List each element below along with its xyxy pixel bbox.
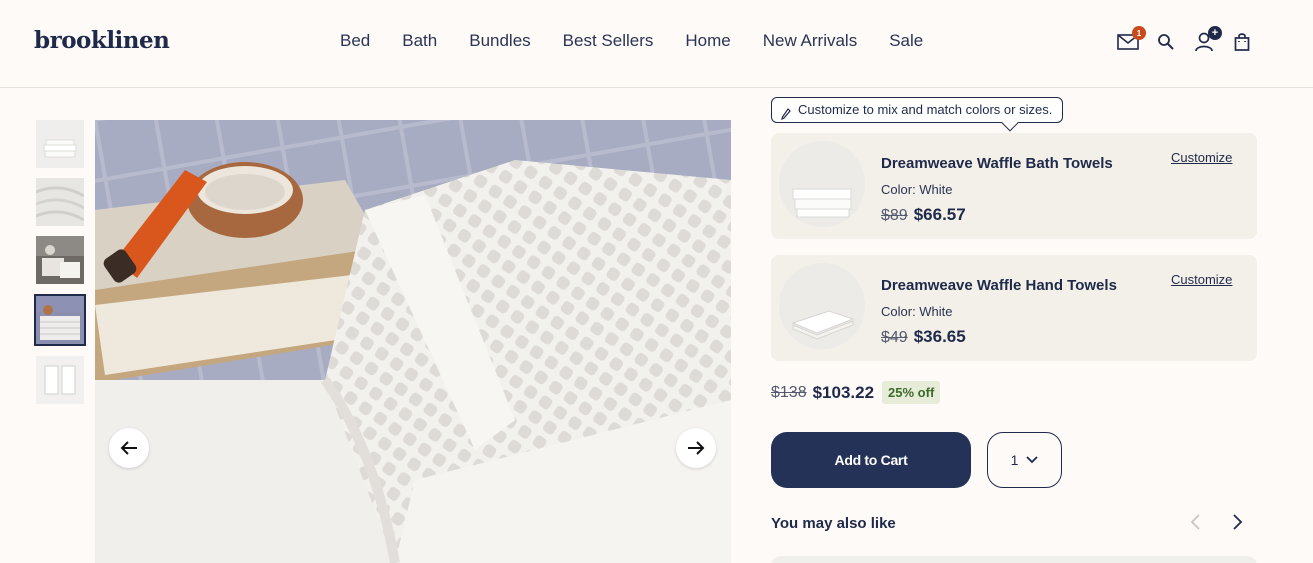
quantity-value: 1 (1010, 452, 1019, 468)
item-sale-price: $66.57 (913, 205, 966, 224)
account-badge: + (1208, 26, 1222, 40)
nav-bath[interactable]: Bath (386, 31, 453, 51)
nav-best-sellers[interactable]: Best Sellers (547, 31, 670, 51)
nav-bed[interactable]: Bed (324, 31, 386, 51)
discount-badge: 25% off (882, 381, 941, 404)
customize-link[interactable]: Customize (1171, 150, 1232, 165)
thumbnail-4-active[interactable] (34, 294, 86, 346)
customize-link[interactable]: Customize (1171, 272, 1232, 287)
bundle-total: $138 $103.22 25% off (771, 381, 941, 404)
mail-icon[interactable]: 1 (1116, 26, 1146, 54)
item-name: Dreamweave Waffle Hand Towels (881, 277, 1117, 294)
main-nav: Bed Bath Bundles Best Sellers Home New A… (324, 31, 939, 51)
chevron-right-icon[interactable] (1230, 514, 1244, 535)
tooltip-text: Customize to mix and match colors or siz… (798, 102, 1053, 117)
nav-new-arrivals[interactable]: New Arrivals (747, 31, 873, 51)
item-sale-price: $36.65 (913, 327, 966, 346)
nav-bundles[interactable]: Bundles (453, 31, 546, 51)
bath-towels-image (779, 141, 865, 227)
item-name: Dreamweave Waffle Bath Towels (881, 155, 1113, 172)
nav-home[interactable]: Home (669, 31, 746, 51)
site-header: brooklinen Bed Bath Bundles Best Sellers… (0, 0, 1313, 88)
thumbnail-1[interactable] (36, 120, 84, 168)
nav-sale[interactable]: Sale (873, 31, 939, 51)
thumbnail-3[interactable] (36, 236, 84, 284)
bundle-item-card: Dreamweave Waffle Hand Towels Color: Whi… (771, 255, 1257, 361)
item-color: Color: White (881, 182, 953, 197)
chevron-left-icon[interactable] (1189, 514, 1203, 535)
recommendation-card[interactable] (771, 556, 1257, 563)
header-icons: 1 + (1116, 26, 1268, 54)
quantity-select[interactable]: 1 (987, 432, 1062, 488)
thumbnail-5[interactable] (36, 356, 84, 404)
hand-towels-image (779, 263, 865, 349)
thumbnail-strip (34, 120, 86, 414)
bundle-item-card: Dreamweave Waffle Bath Towels Color: Whi… (771, 133, 1257, 239)
item-color: Color: White (881, 304, 953, 319)
item-price: $49 $36.65 (881, 327, 966, 347)
cart-bag-icon[interactable] (1230, 30, 1254, 54)
item-price: $89 $66.57 (881, 205, 966, 225)
item-old-price: $49 (881, 329, 908, 346)
account-icon[interactable]: + (1192, 26, 1222, 54)
item-old-price: $89 (881, 207, 908, 224)
brooklinen-logo[interactable]: brooklinen (34, 27, 170, 54)
mail-badge: 1 (1132, 26, 1146, 40)
tooltip-tail (1001, 114, 1019, 132)
pencil-icon (781, 104, 791, 128)
total-old-price: $138 (771, 383, 807, 401)
search-icon[interactable] (1154, 30, 1178, 54)
you-may-also-like-heading: You may also like (771, 515, 896, 532)
chevron-down-icon (1026, 456, 1039, 464)
add-to-cart-button[interactable]: Add to Cart (771, 432, 971, 488)
gallery-prev-arrow-icon[interactable] (109, 428, 149, 468)
gallery-next-arrow-icon[interactable] (676, 428, 716, 468)
customize-tooltip: Customize to mix and match colors or siz… (771, 97, 1064, 132)
total-sale-price: $103.22 (812, 382, 875, 402)
thumbnail-2[interactable] (36, 178, 84, 226)
product-hero-image (95, 120, 731, 563)
